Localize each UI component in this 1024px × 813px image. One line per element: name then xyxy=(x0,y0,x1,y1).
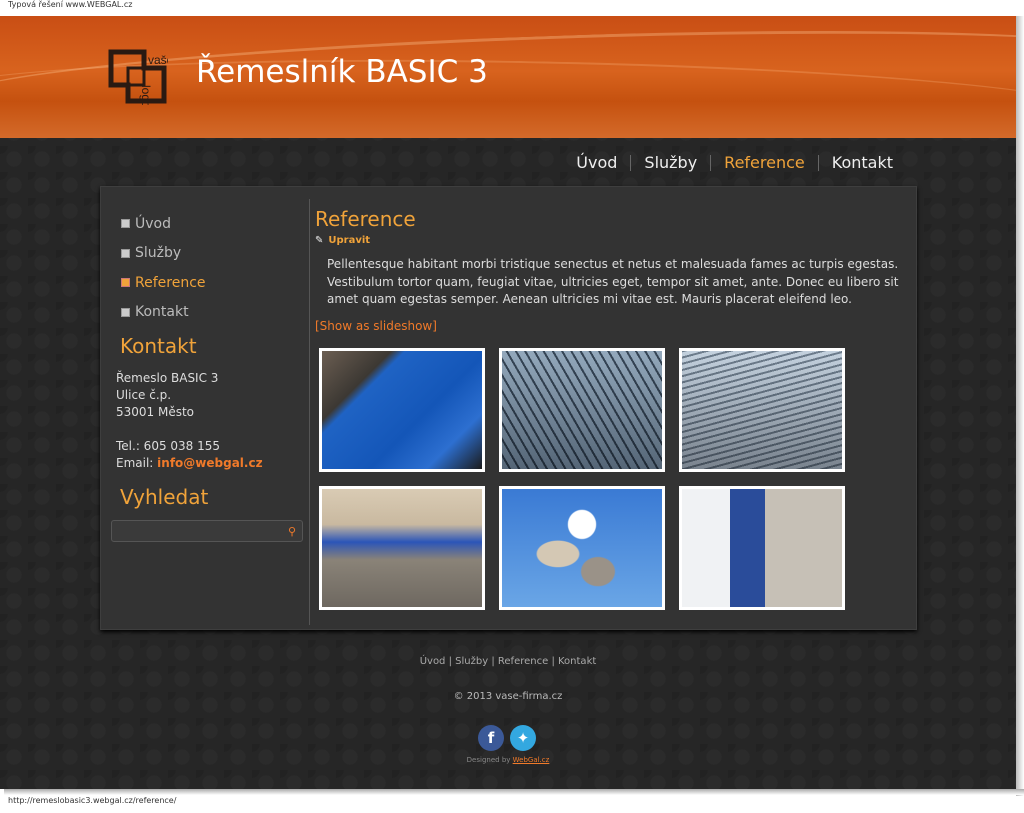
page-description: Pellentesque habitant morbi tristique se… xyxy=(327,257,899,306)
logo-icon[interactable]: vaše logo xyxy=(108,49,168,105)
bullet-icon xyxy=(121,278,130,288)
top-navigation: Úvod Služby Reference Kontakt xyxy=(563,153,906,172)
sidebar-item-reference[interactable]: Reference xyxy=(121,268,206,298)
gallery-thumb-blue-steel-joint[interactable] xyxy=(319,348,485,472)
gallery-thumb-steel-roof-truss[interactable] xyxy=(499,348,665,472)
footer-link-reference[interactable]: Reference xyxy=(498,656,548,667)
topnav-item-reference[interactable]: Reference xyxy=(711,153,818,172)
slideshow-link[interactable]: [Show as slideshow] xyxy=(315,319,905,333)
topnav-item-kontakt[interactable]: Kontakt xyxy=(819,153,906,172)
twitter-icon[interactable]: ✦ xyxy=(510,725,536,751)
address-line: Ulice č.p. xyxy=(116,388,172,402)
column-divider xyxy=(309,199,310,625)
topnav-item-uvod[interactable]: Úvod xyxy=(563,153,630,172)
search-heading: Vyhledat xyxy=(120,485,209,509)
sidebar-item-label: Reference xyxy=(135,274,206,291)
footer-separator: | xyxy=(551,656,555,667)
gallery-thumb-scaffold-walkway[interactable] xyxy=(319,486,485,610)
sidebar-item-kontakt[interactable]: Kontakt xyxy=(121,298,206,328)
sidebar-item-label: Úvod xyxy=(135,215,171,232)
designed-by-label: Designed by xyxy=(466,756,511,764)
page-title: Reference xyxy=(315,207,416,231)
sidebar-item-label: Služby xyxy=(135,245,182,262)
browser-status-bar: http://remeslobasic3.webgal.cz/reference… xyxy=(0,795,1016,813)
contact-email-link[interactable]: info@webgal.cz xyxy=(157,456,262,470)
edit-link[interactable]: ✎ Upravit xyxy=(315,235,905,246)
page: vaše logo Řemeslník BASIC 3 Úvod Služby … xyxy=(0,16,1016,789)
footer-link-kontakt[interactable]: Kontakt xyxy=(558,656,596,667)
logo-text-top: vaše xyxy=(148,53,168,67)
search-input[interactable]: ⚲ xyxy=(111,520,303,542)
search-icon[interactable]: ⚲ xyxy=(288,525,296,538)
page-shadow xyxy=(1016,16,1024,796)
bullet-icon xyxy=(121,307,130,317)
footer-link-uvod[interactable]: Úvod xyxy=(420,656,446,667)
contact-email-label: Email: xyxy=(116,456,154,470)
gallery-thumb-crane-and-silo[interactable] xyxy=(679,486,845,610)
main-content: Reference ✎ Upravit Pellentesque habitan… xyxy=(315,207,905,333)
site-header: vaše logo Řemeslník BASIC 3 xyxy=(0,16,1016,138)
contact-phone: Tel.: 605 038 155 xyxy=(116,439,221,453)
copyright: © 2013 vase-firma.cz xyxy=(453,691,563,702)
gallery-thumb-water-towers[interactable] xyxy=(499,486,665,610)
address-line: Řemeslo BASIC 3 xyxy=(116,371,219,385)
sidebar-item-uvod[interactable]: Úvod xyxy=(121,209,206,239)
pencil-icon: ✎ xyxy=(315,235,324,246)
bullet-icon xyxy=(121,248,130,258)
facebook-icon[interactable]: f xyxy=(478,725,504,751)
site-footer: Úvod | Služby | Reference | Kontakt © 20… xyxy=(0,656,1016,702)
sidebar-navigation: Úvod Služby Reference Kontakt xyxy=(121,209,206,327)
edit-label: Upravit xyxy=(328,235,371,246)
designed-by: Designed by WebGal.cz xyxy=(0,756,1016,764)
bullet-icon xyxy=(121,219,130,229)
gallery-thumb-steel-roof-structure[interactable] xyxy=(679,348,845,472)
footer-navigation: Úvod | Služby | Reference | Kontakt xyxy=(0,656,1016,667)
content-box: Úvod Služby Reference Kontakt Kontakt Ře… xyxy=(100,186,917,630)
browser-tab-title: Typová řešení www.WEBGAL.cz xyxy=(8,0,133,9)
contact-address: Řemeslo BASIC 3 Ulice č.p. 53001 Město T… xyxy=(116,370,263,472)
sidebar-item-label: Kontakt xyxy=(135,304,189,321)
contact-email-row: Email: info@webgal.cz xyxy=(116,455,263,472)
status-url: http://remeslobasic3.webgal.cz/reference… xyxy=(8,796,177,805)
designed-by-link[interactable]: WebGal.cz xyxy=(513,756,550,764)
footer-separator: | xyxy=(448,656,452,667)
address-line: 53001 Město xyxy=(116,405,195,419)
logo-text-bottom: logo xyxy=(139,85,153,105)
footer-link-sluzby[interactable]: Služby xyxy=(455,656,488,667)
social-links: f ✦ xyxy=(478,725,536,751)
sidebar-item-sluzby[interactable]: Služby xyxy=(121,239,206,269)
contact-heading: Kontakt xyxy=(120,334,197,358)
browser-title-bar: Typová řešení www.WEBGAL.cz xyxy=(0,0,1024,16)
address-spacer xyxy=(116,421,263,438)
site-title[interactable]: Řemeslník BASIC 3 xyxy=(196,54,488,90)
topnav-item-sluzby[interactable]: Služby xyxy=(631,153,710,172)
footer-separator: | xyxy=(491,656,495,667)
